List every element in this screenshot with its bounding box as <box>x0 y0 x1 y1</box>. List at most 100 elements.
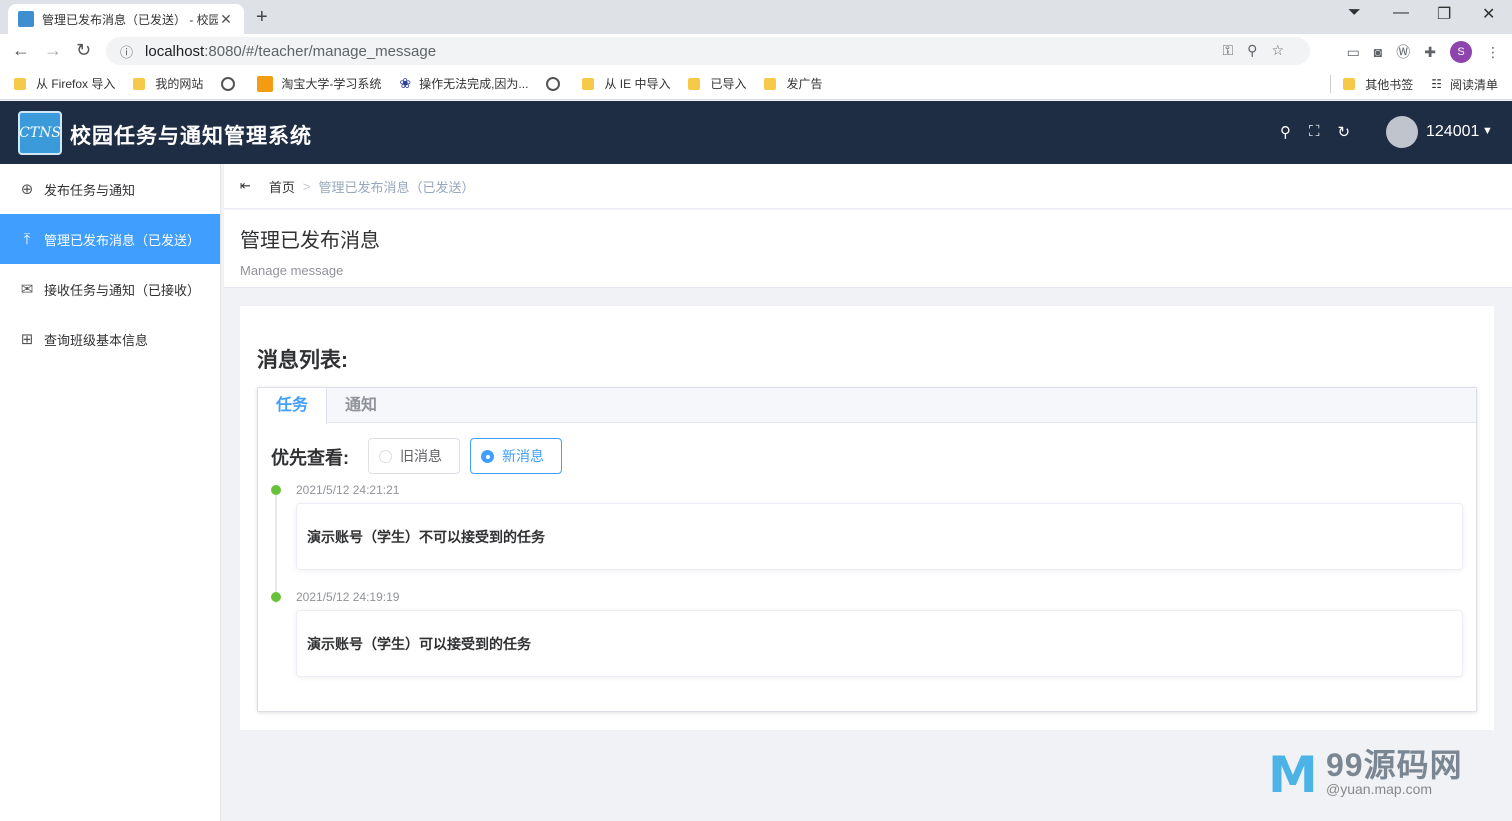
camera-icon[interactable]: ◙ <box>1374 44 1382 60</box>
radio-dot <box>379 449 392 463</box>
paw-icon: ❀ <box>399 75 412 91</box>
bookmark-item[interactable]: 从 Firefox 导入 <box>14 75 115 92</box>
w-extension-icon[interactable]: Ⓦ <box>1396 42 1410 62</box>
bookmarks-bar: 从 Firefox 导入 我的网站 淘宝大学-学习系统 ❀ 操作无法完成,因为..… <box>0 68 1512 100</box>
sidebar: ⊕ 发布任务与通知 ⤒ 管理已发布消息（已发送） ✉ 接收任务与通知（已接收） … <box>0 164 221 821</box>
site-icon <box>257 75 274 92</box>
caret-down-icon[interactable]: ▼ <box>1482 125 1493 137</box>
page-header: 管理已发布消息 Manage message <box>224 210 1512 288</box>
site-info-icon[interactable]: ⓘ <box>120 42 133 61</box>
breadcrumb-current: 管理已发布消息（已发送） <box>318 179 475 195</box>
app-title: 校园任务与通知管理系统 <box>70 125 312 148</box>
fullscreen-icon[interactable]: ⛶ <box>1309 123 1320 141</box>
globe-icon <box>546 76 561 91</box>
new-tab-icon[interactable]: + <box>256 6 268 29</box>
message-item[interactable]: 演示账号（学生）可以接受到的任务 <box>296 610 1463 677</box>
bookmarks-right: 其他书签 ☷ 阅读清单 <box>1330 68 1498 100</box>
sidebar-item-class-info[interactable]: ⊞ 查询班级基本信息 <box>0 314 220 364</box>
app-header: CTNS 校园任务与通知管理系统 ⚲ ⛶ ↻ <box>0 101 1512 164</box>
bookmark-item[interactable]: 我的网站 <box>133 75 203 92</box>
org-icon: ⊞ <box>20 331 34 348</box>
folder-icon <box>764 77 777 90</box>
reading-list-icon: ☷ <box>1431 77 1442 91</box>
divider <box>1330 75 1332 93</box>
reload-icon[interactable]: ↻ <box>76 40 91 61</box>
zoom-icon[interactable]: ⚲ <box>1247 42 1271 58</box>
tabs-header: 任务 通知 <box>258 388 1476 424</box>
maximize-icon[interactable]: ❐ <box>1437 4 1451 24</box>
folder-icon <box>14 77 26 90</box>
close-window-icon[interactable]: ✕ <box>1482 4 1495 24</box>
bookmark-item[interactable]: 已导入 <box>688 75 746 92</box>
timeline-timestamp: 2021/5/12 24:19:19 <box>296 590 400 604</box>
reading-list[interactable]: ☷ 阅读清单 <box>1431 76 1498 93</box>
breadcrumb: ⇤ 首页 > 管理已发布消息（已发送） <box>224 164 1512 209</box>
watermark: M 99源码网 @yuan.map.com <box>1268 736 1498 806</box>
browser-tab[interactable]: 管理已发布消息（已发送） - 校园 ✕ <box>8 4 244 34</box>
folder-icon <box>688 77 701 90</box>
search-icon[interactable]: ⚲ <box>1280 123 1291 141</box>
sidebar-item-manage-sent[interactable]: ⤒ 管理已发布消息（已发送） <box>0 214 220 264</box>
plus-circle-icon: ⊕ <box>20 181 34 198</box>
message-card: 消息列表: 任务 通知 优先查看: 旧消息 新消息 2021/5/12 24:2… <box>240 306 1494 730</box>
page-title: 管理已发布消息 <box>240 230 380 252</box>
radio-dot <box>481 449 494 463</box>
collapse-sidebar-icon[interactable]: ⇤ <box>240 178 251 194</box>
address-bar[interactable]: ⓘ localhost:8080/#/teacher/manage_messag… <box>106 37 1310 65</box>
folder-icon <box>582 77 595 90</box>
watermark-sub: @yuan.map.com <box>1326 781 1433 797</box>
tab-notice[interactable]: 通知 <box>327 388 395 422</box>
breadcrumb-separator: > <box>302 178 311 194</box>
user-avatar[interactable] <box>1386 116 1418 148</box>
user-name[interactable]: 124001 <box>1426 123 1479 141</box>
back-icon[interactable]: ← <box>12 40 30 61</box>
upload-icon: ⤒ <box>23 230 31 248</box>
url-host: localhost <box>145 42 205 60</box>
radio-new-messages[interactable]: 新消息 <box>470 438 562 474</box>
refresh-icon[interactable]: ↻ <box>1338 123 1351 141</box>
profile-menu-icon[interactable]: ⏷ <box>1348 4 1361 22</box>
inbox-icon: ✉ <box>20 281 34 298</box>
app-logo: CTNS <box>18 111 62 155</box>
breadcrumb-home[interactable]: 首页 <box>269 177 295 196</box>
bookmark-item[interactable]: ❀ 操作无法完成,因为... <box>399 75 528 92</box>
cast-icon[interactable]: ▭ <box>1347 44 1360 61</box>
browser-tabstrip: 管理已发布消息（已发送） - 校园 ✕ + ⏷ — ❐ ✕ <box>0 0 1512 34</box>
card-title: 消息列表: <box>257 349 348 372</box>
kebab-menu-icon[interactable]: ⋮ <box>1486 44 1500 61</box>
folder-icon <box>133 77 146 90</box>
browser-toolbar: ← → ↻ ⓘ localhost:8080/#/teacher/manage_… <box>0 34 1512 68</box>
key-icon[interactable]: ⚿ <box>1223 42 1248 58</box>
timeline-line <box>275 495 277 603</box>
timeline-dot <box>271 485 281 495</box>
page-subtitle: Manage message <box>240 263 344 278</box>
globe-icon <box>221 76 236 91</box>
radio-old-messages[interactable]: 旧消息 <box>368 438 460 474</box>
header-icons: ⚲ ⛶ ↻ <box>1280 123 1350 141</box>
close-tab-icon[interactable]: ✕ <box>218 11 234 28</box>
puzzle-icon[interactable]: ✚ <box>1424 44 1436 61</box>
bookmark-item[interactable] <box>221 76 239 91</box>
bookmark-item[interactable] <box>546 76 564 91</box>
profile-avatar[interactable]: S <box>1450 41 1472 63</box>
extension-icons: ▭ ◙ Ⓦ ✚ S ⋮ <box>1347 41 1500 63</box>
tab-task[interactable]: 任务 <box>258 388 328 424</box>
url-path: :8080/#/teacher/manage_message <box>204 42 437 60</box>
bookmark-item[interactable]: 淘宝大学-学习系统 <box>257 75 381 92</box>
favicon-icon <box>18 11 34 27</box>
filter-label: 优先查看: <box>271 448 349 468</box>
folder-icon <box>1343 78 1356 90</box>
message-item[interactable]: 演示账号（学生）不可以接受到的任务 <box>296 503 1463 570</box>
minimize-icon[interactable]: — <box>1393 4 1409 22</box>
browser-tab-title: 管理已发布消息（已发送） - 校园 <box>42 12 218 27</box>
bookmark-star-icon[interactable]: ☆ <box>1271 42 1298 58</box>
forward-icon[interactable]: → <box>44 40 62 61</box>
watermark-logo: M <box>1268 746 1318 804</box>
message-tabs: 任务 通知 优先查看: 旧消息 新消息 2021/5/12 24:21:21 演… <box>257 387 1477 712</box>
other-bookmarks[interactable]: 其他书签 <box>1343 76 1413 93</box>
timeline-timestamp: 2021/5/12 24:21:21 <box>296 483 400 497</box>
sidebar-item-publish[interactable]: ⊕ 发布任务与通知 <box>0 164 220 214</box>
bookmark-item[interactable]: 从 IE 中导入 <box>582 75 670 92</box>
bookmark-item[interactable]: 发广告 <box>764 75 822 92</box>
sidebar-item-received[interactable]: ✉ 接收任务与通知（已接收） <box>0 264 220 314</box>
